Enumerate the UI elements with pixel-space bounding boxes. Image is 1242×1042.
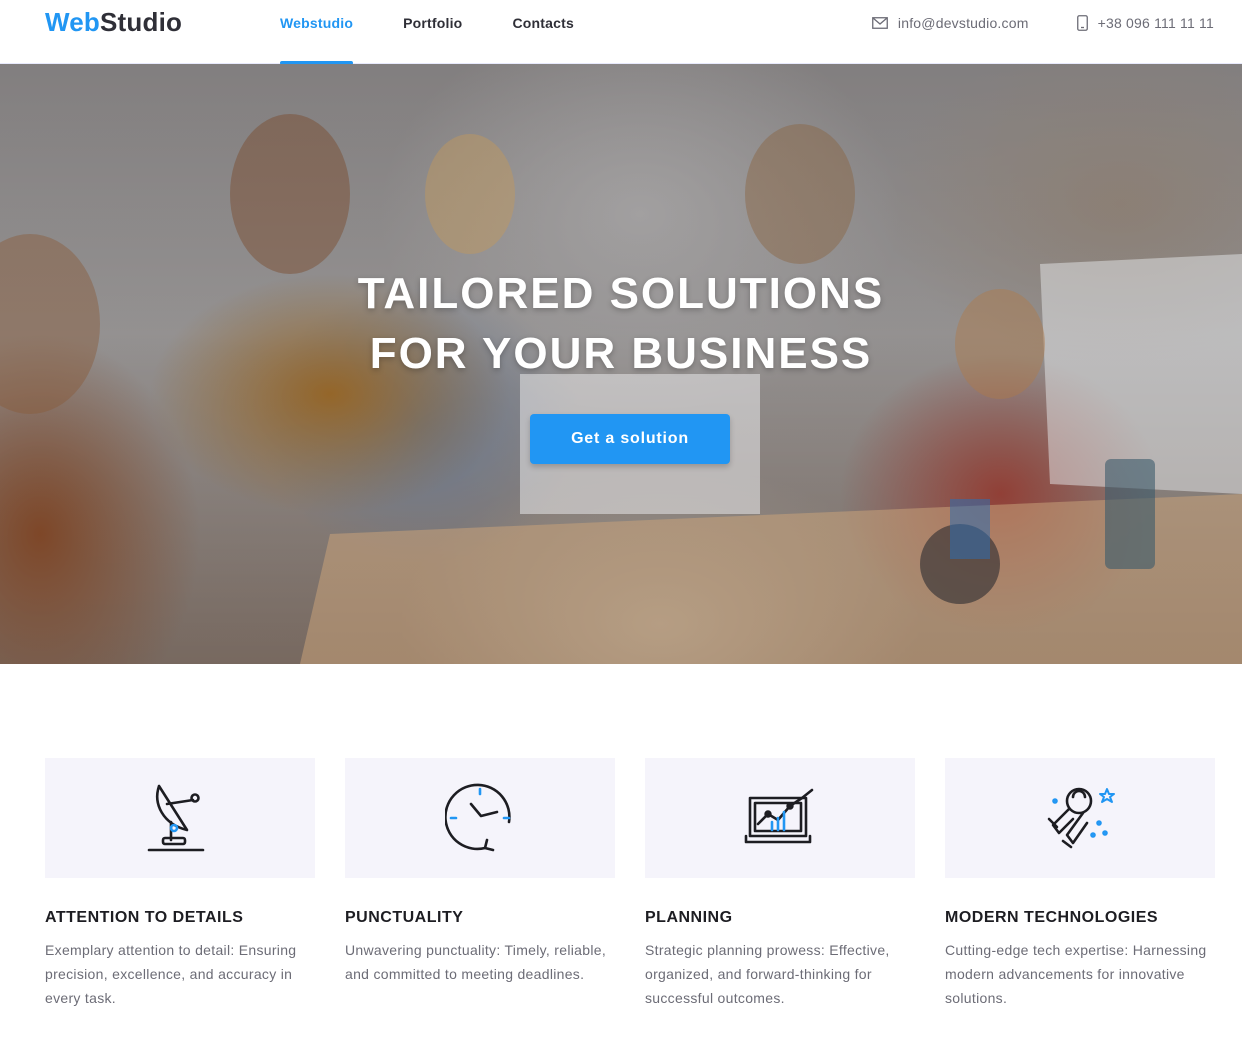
feature-icon-box bbox=[45, 758, 315, 878]
logo-part-web: Web bbox=[45, 7, 101, 37]
feature-title: Modern technologies bbox=[945, 909, 1159, 926]
email-link[interactable]: info@devstudio.com bbox=[872, 15, 1029, 31]
feature-card: Modern technologies Cutting-edge tech ex… bbox=[945, 758, 1215, 1010]
main-nav: Webstudio Portfolio Contacts bbox=[280, 0, 624, 65]
hero-title-line2: for your business bbox=[369, 329, 873, 378]
feature-title: Punctuality bbox=[345, 909, 464, 926]
feature-text: Cutting-edge tech expertise: Harnessing … bbox=[945, 942, 1207, 1006]
phone-link[interactable]: +38 096 111 11 11 bbox=[1076, 15, 1214, 31]
laptop-chart-icon bbox=[744, 788, 814, 844]
site-header: WebStudio Webstudio Portfolio Contacts i… bbox=[0, 0, 1242, 65]
feature-text: Unwavering punctuality: Timely, reliable… bbox=[345, 942, 607, 982]
features-section: Attention to details Exemplary attention… bbox=[45, 758, 1215, 1010]
hero-title-line1: Tailored solutions bbox=[357, 269, 885, 318]
phone-icon bbox=[1076, 15, 1088, 31]
logo-part-studio: Studio bbox=[100, 7, 183, 37]
feature-icon-box bbox=[945, 758, 1215, 878]
envelope-icon bbox=[872, 17, 888, 29]
logo[interactable]: WebStudio bbox=[45, 7, 182, 37]
satellite-dish-icon bbox=[147, 784, 205, 852]
hero-section: Tailored solutions for your business Get… bbox=[0, 64, 1242, 664]
hero-content: Tailored solutions for your business Get… bbox=[0, 64, 1242, 664]
get-solution-button[interactable]: Get a solution bbox=[530, 414, 730, 464]
feature-card: Planning Strategic planning prowess: Eff… bbox=[645, 758, 915, 1010]
feature-card: Punctuality Unwavering punctuality: Time… bbox=[345, 758, 615, 1010]
header-contacts: info@devstudio.com +38 096 111 11 11 bbox=[824, 0, 1214, 46]
feature-card: Attention to details Exemplary attention… bbox=[45, 758, 315, 1010]
feature-text: Strategic planning prowess: Effective, o… bbox=[645, 942, 890, 1006]
hero-title: Tailored solutions for your business bbox=[0, 264, 1242, 384]
feature-title: Planning bbox=[645, 909, 733, 926]
nav-item-portfolio[interactable]: Portfolio bbox=[403, 0, 462, 64]
email-text: info@devstudio.com bbox=[897, 15, 1029, 31]
feature-icon-box bbox=[345, 758, 615, 878]
astronaut-icon bbox=[1047, 787, 1115, 849]
feature-title: Attention to details bbox=[45, 909, 244, 926]
nav-item-contacts[interactable]: Contacts bbox=[512, 0, 574, 64]
feature-icon-box bbox=[645, 758, 915, 878]
clock-icon bbox=[445, 783, 511, 852]
nav-item-webstudio[interactable]: Webstudio bbox=[280, 0, 354, 65]
feature-text: Exemplary attention to detail: Ensuring … bbox=[45, 942, 297, 1006]
phone-text: +38 096 111 11 11 bbox=[1097, 15, 1214, 31]
